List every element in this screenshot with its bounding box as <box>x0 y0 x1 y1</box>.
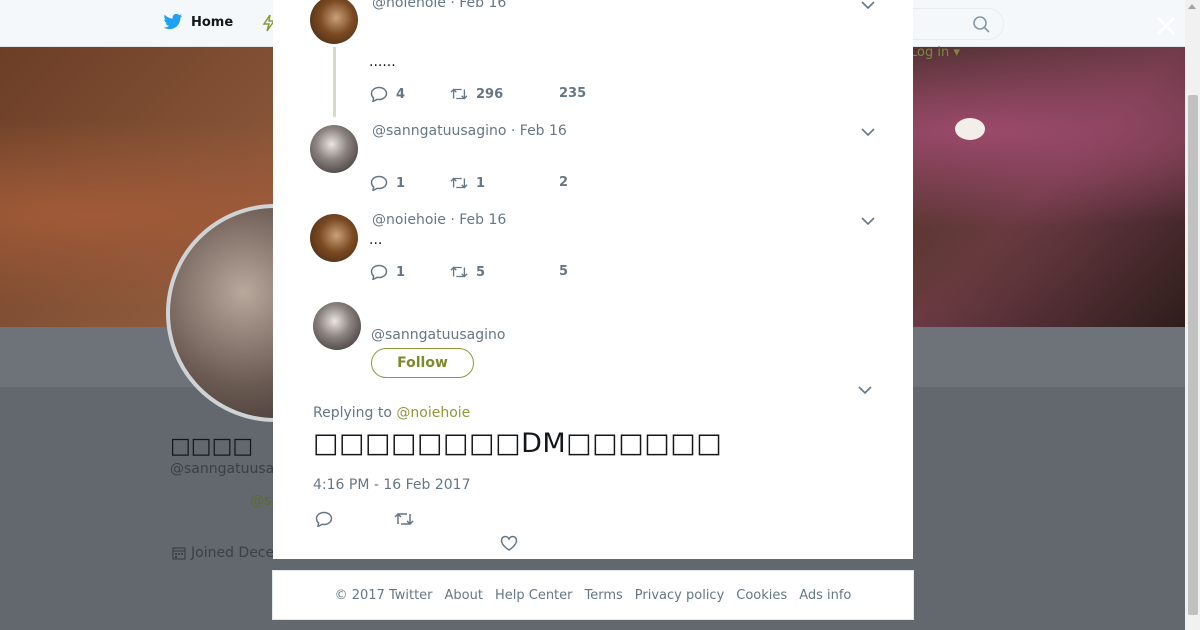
retweet-count: 5 <box>476 264 486 280</box>
heart-icon[interactable] <box>500 535 518 551</box>
reply-icon[interactable] <box>315 511 333 527</box>
reply-button[interactable]: 1 <box>370 175 405 191</box>
joined-text: Joined Dece <box>191 545 275 561</box>
reply-icon <box>370 175 388 191</box>
tweet-meta: @noiehoie · Feb 16 <box>372 0 506 11</box>
login-link[interactable]: Log in ▾ <box>910 45 960 60</box>
replying-prefix: Replying to <box>313 405 392 421</box>
chevron-down-icon[interactable] <box>861 127 875 137</box>
retweet-count: 296 <box>476 86 504 102</box>
replying-to: Replying to @noiehoie <box>313 405 470 421</box>
tweet-modal: @noiehoie · Feb 16 ...... 4 296 235 @san… <box>273 0 913 559</box>
retweet-icon <box>450 177 468 189</box>
retweet-count: 1 <box>476 175 486 191</box>
avatar[interactable] <box>310 125 358 173</box>
home-link[interactable]: Home <box>163 13 233 31</box>
profile-name: □□□□ <box>170 434 254 459</box>
tweet-meta: @noiehoie · Feb 16 <box>372 212 507 228</box>
like-count[interactable]: 2 <box>559 175 568 190</box>
like-count[interactable]: 235 <box>559 86 586 101</box>
profile-handle: @sanngatuusa <box>170 461 275 477</box>
tweet-text: ... <box>369 232 383 248</box>
home-label: Home <box>191 14 234 30</box>
footer-link-ads-info[interactable]: Ads info <box>799 588 851 603</box>
search-icon[interactable] <box>972 15 990 33</box>
main-tweet-avatar[interactable] <box>313 302 361 350</box>
reply-icon <box>370 264 388 280</box>
chevron-down-icon[interactable] <box>861 0 875 10</box>
reply-button[interactable]: 1 <box>370 264 405 280</box>
like-count[interactable]: 5 <box>559 264 568 279</box>
tweet-date[interactable]: Feb 16 <box>520 123 567 139</box>
retweet-icon[interactable] <box>394 511 414 527</box>
retweet-icon <box>450 88 468 100</box>
main-tweet-handle[interactable]: @sanngatuusagino <box>371 327 505 343</box>
reply-button[interactable]: 4 <box>370 86 405 102</box>
main-tweet-text: □□□□□□□□DM□□□□□□ <box>313 428 723 459</box>
footer-link-about[interactable]: About <box>445 588 483 603</box>
tweet-actions: 4 296 235 <box>370 86 670 104</box>
tweet-date[interactable]: Feb 16 <box>459 0 506 11</box>
tweet-date[interactable]: Feb 16 <box>459 212 506 228</box>
tweet-actions: 1 1 2 <box>370 175 670 193</box>
avatar[interactable] <box>310 214 358 262</box>
footer: © 2017 Twitter About Help Center Terms P… <box>272 570 914 620</box>
calendar-icon <box>172 547 186 560</box>
tweet-text: ...... <box>369 54 396 70</box>
reply-count: 1 <box>396 264 406 280</box>
retweet-icon <box>450 266 468 278</box>
avatar[interactable] <box>310 0 358 44</box>
footer-copyright: © 2017 Twitter <box>334 587 433 603</box>
close-icon[interactable] <box>1152 12 1180 40</box>
retweet-button[interactable]: 296 <box>450 86 503 102</box>
reply-count: 1 <box>396 175 406 191</box>
thread-connector <box>333 47 336 117</box>
chevron-down-icon[interactable] <box>861 216 875 226</box>
tweet-handle[interactable]: @noiehoie <box>372 212 446 228</box>
footer-link-help-center[interactable]: Help Center <box>495 588 573 603</box>
retweet-button[interactable]: 1 <box>450 175 485 191</box>
reply-count: 4 <box>396 86 406 102</box>
follow-button[interactable]: Follow <box>371 348 474 378</box>
replying-to-link[interactable]: @noiehoie <box>396 405 470 421</box>
footer-link-cookies[interactable]: Cookies <box>736 588 787 603</box>
reply-icon <box>370 86 388 102</box>
tweet-meta: @sanngatuusagino · Feb 16 <box>372 123 567 139</box>
banner-highlight <box>955 118 985 140</box>
footer-link-terms[interactable]: Terms <box>585 588 623 603</box>
tweet-handle[interactable]: @noiehoie <box>372 0 446 11</box>
retweet-button[interactable]: 5 <box>450 264 485 280</box>
twitter-bird-icon <box>163 13 183 30</box>
tweet-actions: 1 5 5 <box>370 264 670 282</box>
scroll-up-arrow[interactable] <box>1188 4 1196 9</box>
scroll-thumb[interactable] <box>1188 95 1198 615</box>
footer-link-privacy-policy[interactable]: Privacy policy <box>635 588 724 603</box>
tweet-handle[interactable]: @sanngatuusagino <box>372 123 506 139</box>
main-tweet-timestamp[interactable]: 4:16 PM - 16 Feb 2017 <box>313 477 471 493</box>
chevron-down-icon[interactable] <box>858 385 872 395</box>
profile-joined: Joined Dece <box>172 545 274 561</box>
